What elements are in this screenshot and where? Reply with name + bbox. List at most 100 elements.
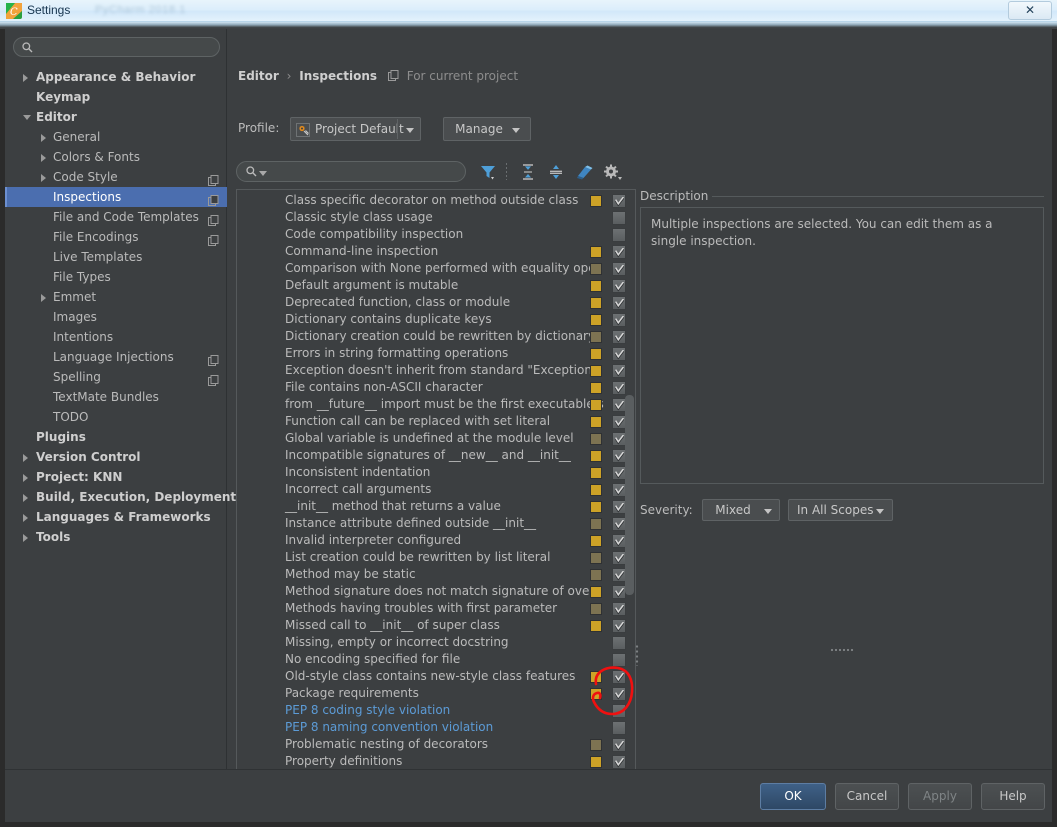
sidebar-item-todo[interactable]: TODO xyxy=(5,407,227,427)
severity-swatch[interactable] xyxy=(590,518,602,530)
sidebar-item-general[interactable]: General xyxy=(5,127,227,147)
severity-swatch[interactable] xyxy=(590,501,602,513)
chevron-right-icon[interactable] xyxy=(23,454,28,462)
severity-swatch[interactable] xyxy=(590,450,602,462)
sidebar-item-intentions[interactable]: Intentions xyxy=(5,327,227,347)
profile-select[interactable]: Project Default xyxy=(290,117,421,141)
inspection-checkbox[interactable] xyxy=(612,568,626,582)
sidebar-item-file-and-code-templates[interactable]: File and Code Templates xyxy=(5,207,227,227)
close-window-button[interactable]: ✕ xyxy=(1008,1,1052,20)
severity-swatch[interactable] xyxy=(590,297,602,309)
severity-swatch[interactable] xyxy=(590,671,602,683)
chevron-right-icon[interactable] xyxy=(23,534,28,542)
inspection-checkbox[interactable] xyxy=(612,364,626,378)
inspection-checkbox[interactable] xyxy=(612,432,626,446)
inspection-checkbox[interactable] xyxy=(612,228,626,242)
inspection-row[interactable]: Package requirements xyxy=(237,685,636,702)
severity-swatch[interactable] xyxy=(590,603,602,615)
inspection-checkbox[interactable] xyxy=(612,194,626,208)
severity-swatch[interactable] xyxy=(590,433,602,445)
sidebar-item-version-control[interactable]: Version Control xyxy=(5,447,227,467)
inspection-checkbox[interactable] xyxy=(612,398,626,412)
severity-swatch[interactable] xyxy=(590,399,602,411)
expand-all-icon[interactable] xyxy=(518,162,538,182)
inspection-checkbox[interactable] xyxy=(612,704,626,718)
severity-swatch[interactable] xyxy=(590,246,602,258)
help-button[interactable]: Help xyxy=(981,783,1045,810)
inspection-checkbox[interactable] xyxy=(612,466,626,480)
inspection-row[interactable]: Global variable is undefined at the modu… xyxy=(237,430,636,447)
inspection-checkbox[interactable] xyxy=(612,517,626,531)
manage-button[interactable]: Manage xyxy=(443,117,531,141)
scope-select[interactable]: In All Scopes xyxy=(788,499,893,521)
severity-swatch[interactable] xyxy=(590,195,602,207)
inspection-row[interactable]: Function call can be replaced with set l… xyxy=(237,413,636,430)
severity-swatch[interactable] xyxy=(590,535,602,547)
inspection-row[interactable]: Incorrect call arguments xyxy=(237,481,636,498)
sidebar-item-plugins[interactable]: Plugins xyxy=(5,427,227,447)
inspection-checkbox[interactable] xyxy=(612,449,626,463)
reset-to-default-icon[interactable] xyxy=(574,162,594,182)
inspection-row[interactable]: Instance attribute defined outside __ini… xyxy=(237,515,636,532)
chevron-right-icon[interactable] xyxy=(23,474,28,482)
inspection-search-box[interactable] xyxy=(236,161,466,182)
severity-swatch[interactable] xyxy=(590,382,602,394)
inspection-checkbox[interactable] xyxy=(612,500,626,514)
inspection-row[interactable]: Class specific decorator on method outsi… xyxy=(237,192,636,209)
inspection-row[interactable]: from __future__ import must be the first… xyxy=(237,396,636,413)
inspection-row[interactable]: Dictionary creation could be rewritten b… xyxy=(237,328,636,345)
sidebar-item-file-types[interactable]: File Types xyxy=(5,267,227,287)
severity-swatch[interactable] xyxy=(590,314,602,326)
chevron-right-icon[interactable] xyxy=(41,134,46,142)
severity-swatch[interactable] xyxy=(590,620,602,632)
inspection-row[interactable]: Comparison with None performed with equa… xyxy=(237,260,636,277)
severity-swatch[interactable] xyxy=(590,467,602,479)
inspection-row[interactable]: PEP 8 coding style violation xyxy=(237,702,636,719)
sidebar-item-languages-frameworks[interactable]: Languages & Frameworks xyxy=(5,507,227,527)
splitter-dots[interactable] xyxy=(635,644,639,666)
inspection-checkbox[interactable] xyxy=(612,670,626,684)
sidebar-item-language-injections[interactable]: Language Injections xyxy=(5,347,227,367)
severity-swatch[interactable] xyxy=(590,756,602,768)
severity-swatch[interactable] xyxy=(590,348,602,360)
inspection-checkbox[interactable] xyxy=(612,279,626,293)
sidebar-item-keymap[interactable]: Keymap xyxy=(5,87,227,107)
sidebar-item-project-knn[interactable]: Project: KNN xyxy=(5,467,227,487)
inspection-row[interactable]: Missed call to __init__ of super class xyxy=(237,617,636,634)
inspection-checkbox[interactable] xyxy=(612,534,626,548)
settings-search-box[interactable] xyxy=(13,37,220,57)
sidebar-item-appearance-behavior[interactable]: Appearance & Behavior xyxy=(5,67,227,87)
sidebar-item-file-encodings[interactable]: File Encodings xyxy=(5,227,227,247)
inspection-checkbox[interactable] xyxy=(612,296,626,310)
chevron-right-icon[interactable] xyxy=(23,74,28,82)
inspection-row[interactable]: PEP 8 naming convention violation xyxy=(237,719,636,736)
cancel-button[interactable]: Cancel xyxy=(835,783,899,810)
inspection-checkbox[interactable] xyxy=(612,381,626,395)
inspection-row[interactable]: __init__ method that returns a value xyxy=(237,498,636,515)
severity-swatch[interactable] xyxy=(590,552,602,564)
inspection-checkbox[interactable] xyxy=(612,347,626,361)
sidebar-item-live-templates[interactable]: Live Templates xyxy=(5,247,227,267)
inspection-row[interactable]: Incompatible signatures of __new__ and _… xyxy=(237,447,636,464)
inspection-row[interactable]: Problematic nesting of decorators xyxy=(237,736,636,753)
chevron-right-icon[interactable] xyxy=(23,514,28,522)
inspection-row[interactable]: Command-line inspection xyxy=(237,243,636,260)
severity-swatch[interactable] xyxy=(590,263,602,275)
inspection-row[interactable]: No encoding specified for file xyxy=(237,651,636,668)
severity-swatch[interactable] xyxy=(590,569,602,581)
inspection-row[interactable]: Dictionary contains duplicate keys xyxy=(237,311,636,328)
inspection-row[interactable]: Exception doesn't inherit from standard … xyxy=(237,362,636,379)
inspection-checkbox[interactable] xyxy=(612,551,626,565)
chevron-down-icon[interactable] xyxy=(23,115,31,120)
inspection-row[interactable]: File contains non-ASCII character xyxy=(237,379,636,396)
severity-swatch[interactable] xyxy=(590,365,602,377)
inspection-row[interactable]: Method may be static xyxy=(237,566,636,583)
filter-icon[interactable] xyxy=(478,162,498,182)
inspection-checkbox[interactable] xyxy=(612,211,626,225)
inspection-row[interactable]: Method signature does not match signatur… xyxy=(237,583,636,600)
inspection-row[interactable]: Old-style class contains new-style class… xyxy=(237,668,636,685)
sidebar-item-code-style[interactable]: Code Style xyxy=(5,167,227,187)
inspection-row[interactable]: Deprecated function, class or module xyxy=(237,294,636,311)
inspection-checkbox[interactable] xyxy=(612,602,626,616)
inspection-row[interactable]: Code compatibility inspection xyxy=(237,226,636,243)
